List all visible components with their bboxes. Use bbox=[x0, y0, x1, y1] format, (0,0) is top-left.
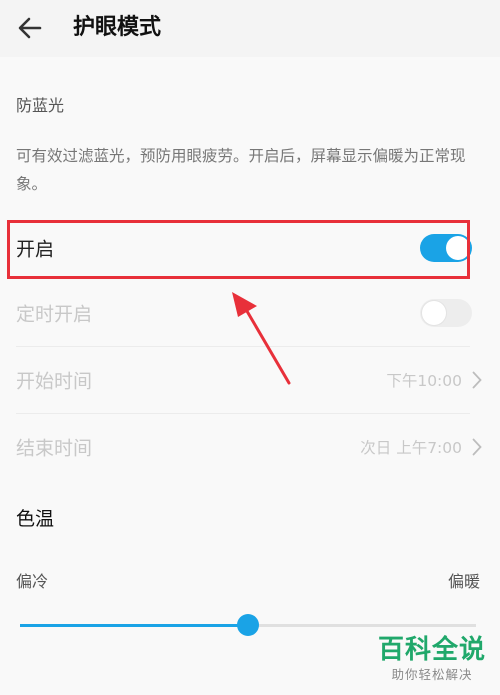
scheduled-row[interactable]: 定时开启 bbox=[0, 280, 500, 346]
arrow-left-icon bbox=[18, 17, 42, 39]
page-title: 护眼模式 bbox=[73, 15, 162, 40]
cool-label: 偏冷 bbox=[16, 572, 49, 591]
app-header: 护眼模式 bbox=[0, 0, 500, 57]
end-time-value: 次日 上午7:00 bbox=[360, 439, 462, 457]
color-temp-title: 色温 bbox=[16, 508, 55, 530]
blue-light-section-label: 防蓝光 bbox=[16, 96, 65, 115]
back-button[interactable] bbox=[8, 8, 52, 48]
chevron-right-icon bbox=[472, 438, 482, 456]
scheduled-label: 定时开启 bbox=[16, 303, 93, 326]
toggle-knob bbox=[422, 301, 446, 325]
scheduled-toggle[interactable] bbox=[420, 299, 472, 327]
start-time-label: 开始时间 bbox=[16, 370, 93, 393]
end-time-row[interactable]: 结束时间 次日 上午7:00 bbox=[0, 414, 500, 480]
slider-thumb[interactable] bbox=[237, 614, 259, 636]
highlight-annotation-box bbox=[7, 220, 470, 279]
start-time-value: 下午10:00 bbox=[386, 372, 462, 390]
watermark-main-text: 百科全说 bbox=[377, 635, 486, 665]
start-time-row[interactable]: 开始时间 下午10:00 bbox=[0, 347, 500, 413]
watermark-logo: 百科全说 助你轻松解决 bbox=[378, 634, 486, 684]
slider-fill bbox=[20, 624, 248, 627]
color-temp-slider[interactable] bbox=[20, 614, 476, 636]
warm-label: 偏暖 bbox=[447, 572, 480, 591]
watermark-sub-text: 助你轻松解决 bbox=[391, 667, 473, 682]
blue-light-description: 可有效过滤蓝光，预防用眼疲劳。开启后，屏幕显示偏暖为正常现象。 bbox=[16, 147, 466, 193]
end-time-label: 结束时间 bbox=[16, 437, 93, 460]
chevron-right-icon bbox=[472, 371, 482, 389]
